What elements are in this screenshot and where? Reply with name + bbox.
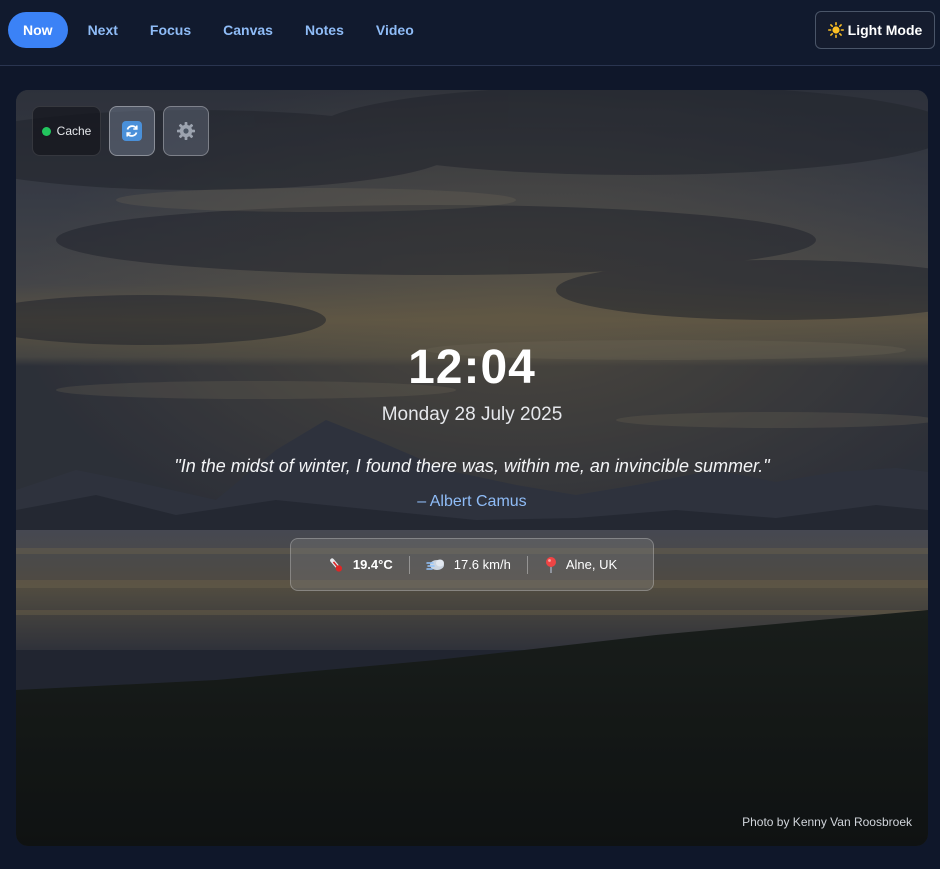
quote-author: – Albert Camus — [417, 493, 527, 510]
light-mode-label: Light Mode — [847, 22, 923, 38]
weather-widget: 19.4°C 17.6 km/h Alne, UK — [290, 538, 654, 591]
light-mode-button[interactable]: Light Mode — [815, 11, 935, 49]
gear-icon — [177, 122, 195, 140]
cache-status-badge: Cache — [32, 106, 101, 156]
settings-button[interactable] — [163, 106, 209, 156]
weather-wind: 17.6 km/h — [410, 556, 527, 574]
tab-video[interactable]: Video — [360, 12, 430, 48]
weather-temperature: 19.4°C — [311, 556, 409, 574]
tab-next[interactable]: Next — [72, 12, 134, 48]
refresh-button[interactable] — [109, 106, 155, 156]
weather-location: Alne, UK — [528, 556, 633, 574]
sun-icon — [827, 22, 844, 38]
status-dot-icon — [41, 126, 51, 136]
temperature-value: 19.4°C — [352, 557, 393, 572]
wind-icon — [425, 559, 444, 570]
clock-date: Monday 28 July 2025 — [381, 404, 563, 425]
wind-value: 17.6 km/h — [453, 557, 511, 572]
top-navigation-bar: Now Next Focus Canvas Notes Video Light … — [0, 0, 940, 66]
quote-text: "In the midst of winter, I found there w… — [174, 456, 770, 476]
hero-panel: Cache 12:04 Monday 28 July 2025 "In the … — [16, 90, 928, 846]
tab-now[interactable]: Now — [8, 12, 68, 48]
cache-label: Cache — [56, 124, 92, 138]
tab-list: Now Next Focus Canvas Notes Video — [8, 12, 430, 48]
location-value: Alne, UK — [565, 557, 618, 572]
refresh-icon — [122, 121, 142, 141]
photo-credit: Photo by Kenny Van Roosbroek — [742, 815, 912, 829]
location-pin-icon — [545, 556, 556, 573]
clock-time: 12:04 — [408, 341, 536, 394]
tab-focus[interactable]: Focus — [134, 12, 207, 48]
tab-notes[interactable]: Notes — [289, 12, 360, 48]
thermometer-icon — [329, 557, 342, 572]
tab-canvas[interactable]: Canvas — [207, 12, 289, 48]
